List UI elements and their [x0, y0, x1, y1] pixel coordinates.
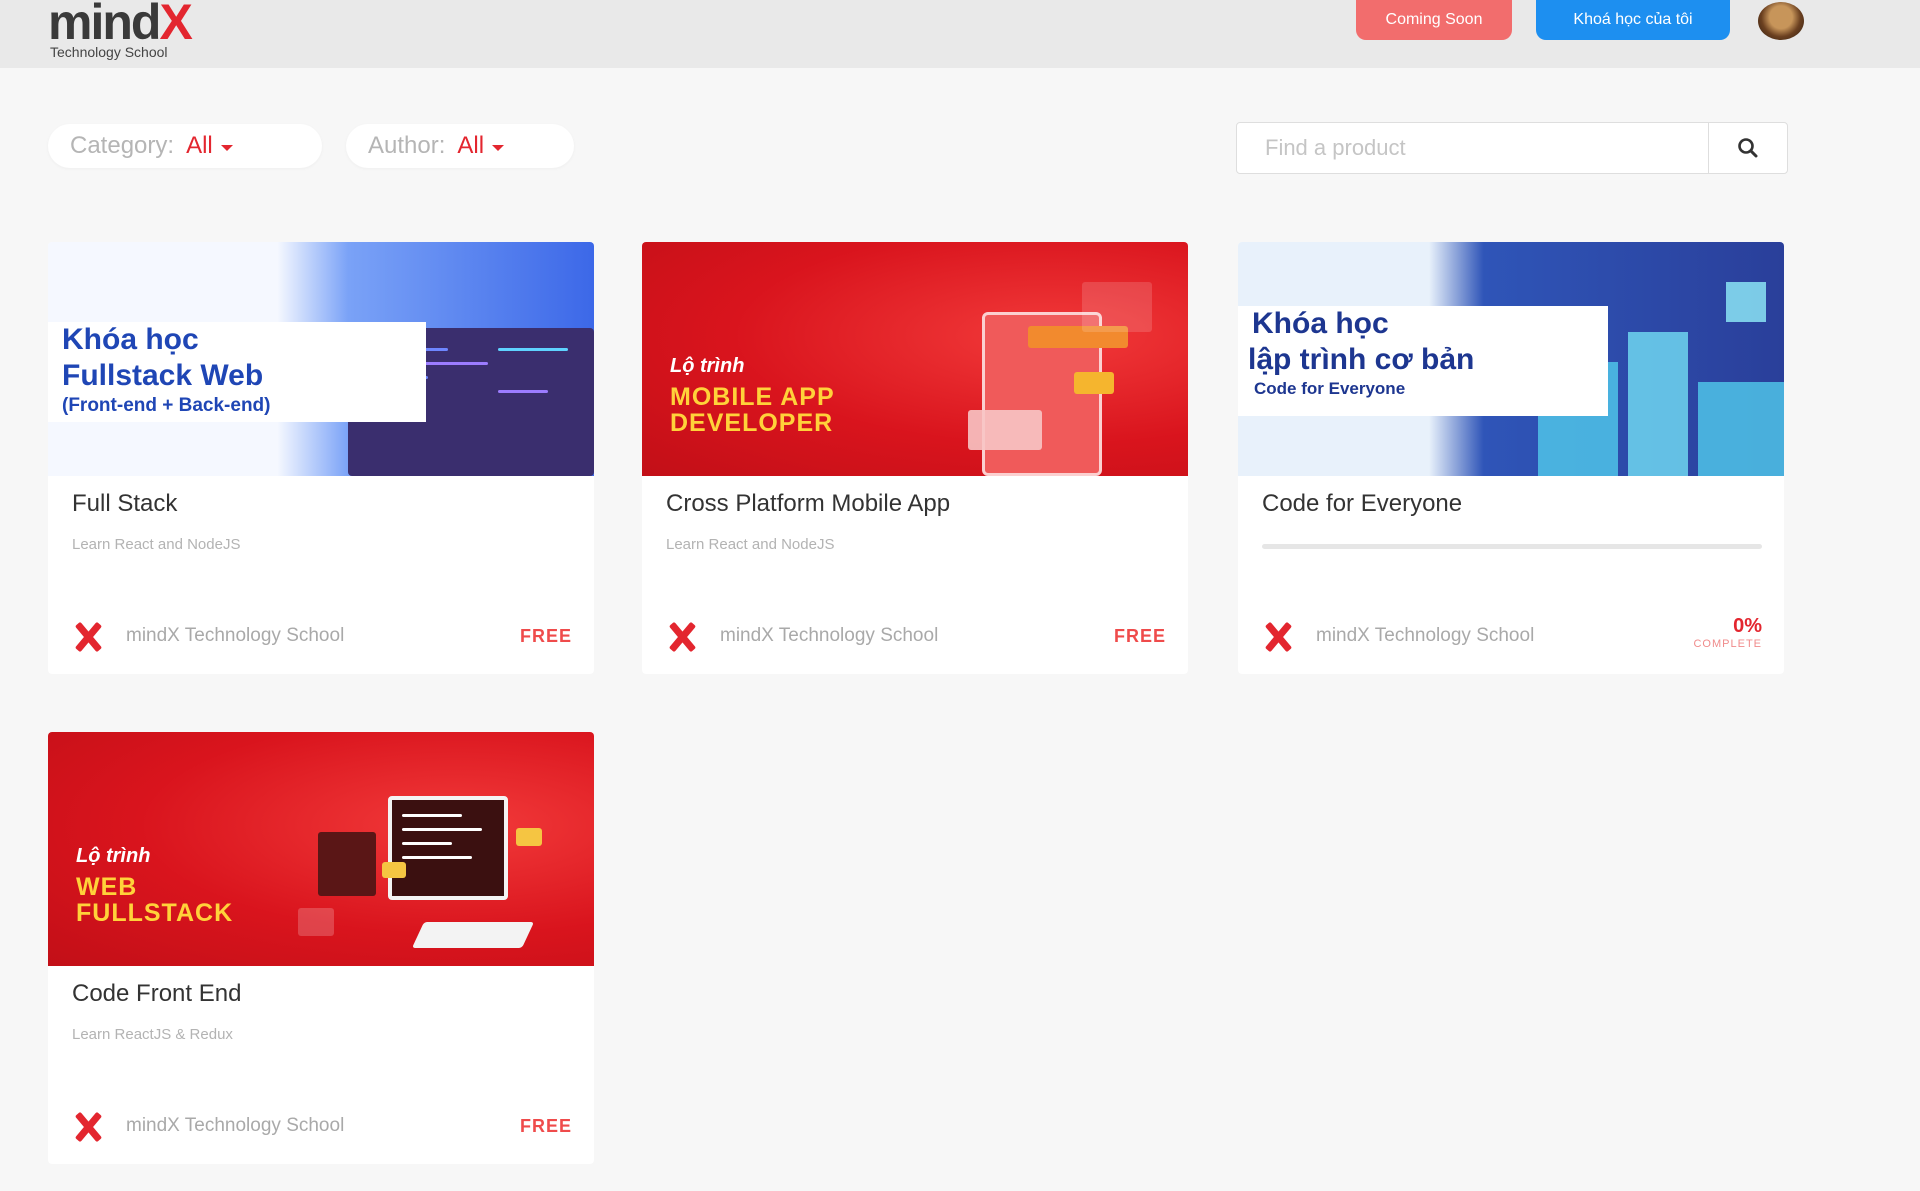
category-filter[interactable]: Category: All: [48, 124, 322, 168]
price-badge: FREE: [519, 625, 572, 646]
banner-line1: Lộ trình: [76, 845, 151, 867]
course-banner: Lộ trình MOBILE APP DEVELOPER: [642, 242, 1188, 476]
banner-line3: DEVELOPER: [670, 409, 834, 437]
course-title: Full Stack: [72, 490, 178, 517]
author-filter-value: All: [457, 132, 485, 159]
category-filter-value: All: [186, 132, 213, 159]
course-footer: mindX Technology School FREE: [72, 1108, 572, 1144]
top-header: mindX Technology School Coming Soon Khoá…: [0, 0, 1920, 68]
banner-line1: Khóa học: [1252, 307, 1389, 340]
course-card[interactable]: Khóa học Fullstack Web (Front-end + Back…: [48, 242, 594, 674]
banner-line2: Fullstack Web: [62, 359, 264, 392]
price-badge: FREE: [519, 1115, 572, 1136]
search-button[interactable]: [1709, 123, 1787, 173]
banner-line1: Lộ trình: [670, 355, 745, 377]
course-footer: mindX Technology School FREE: [666, 618, 1166, 654]
course-banner: Lộ trình WEB FULLSTACK: [48, 732, 594, 966]
course-author: mindX Technology School: [1316, 625, 1535, 646]
course-subtitle: Learn React and NodeJS: [666, 536, 835, 553]
course-footer: mindX Technology School 0% COMPLETE: [1262, 615, 1762, 654]
course-author: mindX Technology School: [126, 625, 345, 646]
logo-text: mind: [48, 0, 161, 50]
mindx-x-icon: [72, 620, 104, 652]
banner-line2: MOBILE APP: [670, 383, 835, 411]
category-filter-label: Category:: [70, 132, 175, 159]
completion-label: COMPLETE: [1693, 637, 1762, 650]
mindx-x-icon: [72, 1110, 104, 1142]
banner-line3: FULLSTACK: [76, 899, 234, 927]
banner-line1: Khóa học: [62, 323, 199, 356]
monitor-illustration: [388, 796, 508, 900]
course-title: Code Front End: [72, 980, 242, 1007]
course-title: Code for Everyone: [1262, 490, 1463, 517]
course-subtitle: Learn ReactJS & Redux: [72, 1026, 233, 1043]
course-card[interactable]: Khóa học lập trình cơ bản Code for Every…: [1238, 242, 1784, 674]
course-banner: Khóa học lập trình cơ bản Code for Every…: [1238, 242, 1784, 476]
mindx-x-icon: [666, 620, 698, 652]
mindx-logo[interactable]: mindX Technology School: [48, 0, 248, 66]
course-subtitle: Learn React and NodeJS: [72, 536, 241, 553]
product-search: [1236, 122, 1788, 174]
course-footer: mindX Technology School FREE: [72, 618, 572, 654]
mindx-x-icon: [1262, 620, 1294, 652]
search-icon: [1738, 138, 1758, 158]
course-banner: Khóa học Fullstack Web (Front-end + Back…: [48, 242, 594, 476]
banner-line3: (Front-end + Back-end): [62, 395, 271, 416]
completion-status: 0% COMPLETE: [1693, 615, 1762, 650]
banner-line2: WEB: [76, 873, 138, 901]
caret-down-icon: [492, 145, 505, 151]
banner-line2: lập trình cơ bản: [1248, 343, 1475, 376]
logo-subtitle: Technology School: [50, 44, 168, 60]
logo-x: X: [159, 0, 192, 50]
course-card[interactable]: Lộ trình WEB FULLSTACK Code Front End Le…: [48, 732, 594, 1164]
course-progress-bar: [1262, 544, 1762, 549]
course-author: mindX Technology School: [720, 625, 939, 646]
course-author: mindX Technology School: [126, 1115, 345, 1136]
author-filter-label: Author:: [368, 132, 446, 159]
price-badge: FREE: [1113, 625, 1166, 646]
caret-down-icon: [220, 145, 233, 151]
user-avatar[interactable]: [1758, 2, 1804, 40]
my-courses-button[interactable]: Khoá học của tôi: [1536, 0, 1730, 40]
search-input[interactable]: [1237, 123, 1709, 173]
author-filter[interactable]: Author: All: [346, 124, 574, 168]
banner-line3: Code for Everyone: [1254, 379, 1406, 398]
coming-soon-button[interactable]: Coming Soon: [1356, 0, 1512, 40]
completion-percent: 0%: [1733, 614, 1762, 637]
course-title: Cross Platform Mobile App: [666, 490, 951, 517]
course-card[interactable]: Lộ trình MOBILE APP DEVELOPER Cross Plat…: [642, 242, 1188, 674]
